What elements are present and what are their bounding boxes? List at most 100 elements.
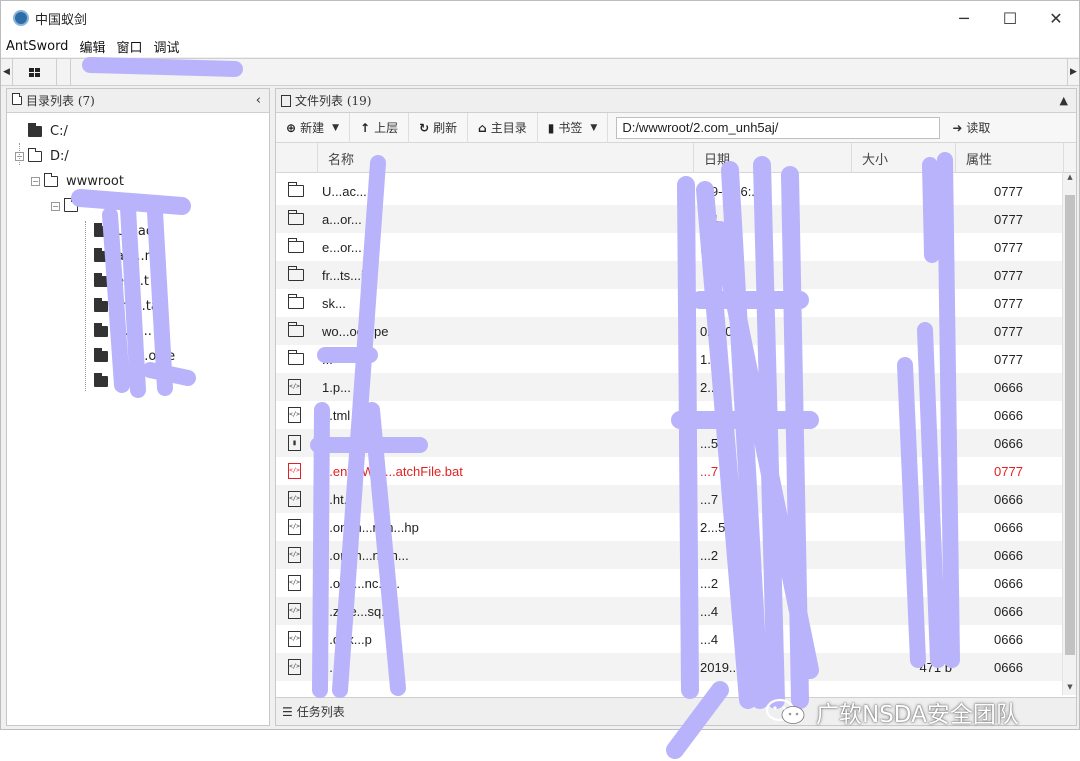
home-dir-button[interactable]: ⌂ 主目录 bbox=[468, 112, 538, 143]
file-date: 1... bbox=[700, 351, 719, 367]
folder-icon bbox=[94, 348, 108, 362]
file-row[interactable]: a...or... ...4 0777 bbox=[276, 205, 1064, 233]
tree-item[interactable]: − D:/ bbox=[7, 144, 269, 169]
file-date: 2019...49 bbox=[700, 659, 755, 675]
tree-item[interactable]: fro...ta bbox=[7, 294, 269, 319]
file-name: ...z_le...sq... bbox=[322, 603, 393, 619]
menu-antsword[interactable]: AntSword bbox=[1, 39, 74, 54]
tree-item[interactable]: ex...t bbox=[7, 269, 269, 294]
file-row[interactable]: ... 1... 0777 bbox=[276, 345, 1064, 373]
file-date bbox=[700, 261, 850, 289]
file-panel-header: 文件列表 (19) ▲ bbox=[276, 89, 1076, 113]
tree-item[interactable]: − wwwroot bbox=[7, 169, 269, 194]
column-icon-header bbox=[276, 143, 318, 173]
file-row[interactable]: ▮... ...5 0666 bbox=[276, 429, 1064, 457]
file-name: 1.p... bbox=[322, 379, 351, 395]
home-icon: ⌂ bbox=[478, 120, 487, 135]
file-row[interactable]: </> ...ht... ...7 0666 bbox=[276, 485, 1064, 513]
column-size-header[interactable]: 大小 bbox=[852, 143, 956, 173]
file-date: ...4 bbox=[700, 211, 719, 227]
close-button[interactable]: ✕ bbox=[1033, 1, 1079, 35]
file-size bbox=[858, 541, 958, 569]
file-list-scrollbar[interactable]: ▲ ▼ bbox=[1062, 173, 1076, 695]
file-name: ... bbox=[322, 351, 333, 367]
file-date: ...5 bbox=[700, 239, 719, 255]
task-list-label: 任务列表 bbox=[296, 705, 345, 719]
tab-scroll-right-button[interactable]: ▶ bbox=[1067, 59, 1079, 85]
file-row[interactable]: U...ac... ...9-0...6:...6 0777 bbox=[276, 177, 1064, 205]
parent-dir-button[interactable]: ↑ 上层 bbox=[350, 112, 410, 143]
file-size bbox=[858, 261, 958, 289]
file-toolbar: ⊕新建 ▼ ↑上层 ↻刷新 ⌂主目录 ▮书签 ▼ ➜读取 bbox=[276, 112, 1076, 143]
file-row[interactable]: </> ...dex...p ...4 0666 bbox=[276, 625, 1064, 653]
file-row[interactable]: </> ...z_le...sq... ...4 0666 bbox=[276, 597, 1064, 625]
file-size bbox=[858, 233, 958, 261]
menu-edit[interactable]: 编辑 bbox=[74, 37, 111, 56]
plus-circle-icon: ⊕ bbox=[286, 120, 297, 135]
bookmark-button[interactable]: ▮ 书签 ▼ bbox=[538, 112, 609, 143]
file-permission: 0666 bbox=[994, 659, 1023, 675]
code-file-icon: </> bbox=[288, 519, 301, 535]
file-row[interactable]: wo...oc...pe 02...0 0777 bbox=[276, 317, 1064, 345]
read-path-button[interactable]: ➜ 读取 bbox=[952, 119, 990, 136]
tree-item[interactable]: ad...ns bbox=[7, 244, 269, 269]
file-row[interactable]: </> ...omm...n.ph... ...2 0666 bbox=[276, 541, 1064, 569]
tree-item[interactable]: ...k...ollie bbox=[7, 344, 269, 369]
file-size bbox=[858, 457, 958, 485]
tab-shell[interactable] bbox=[57, 59, 71, 85]
folder-icon bbox=[12, 93, 22, 105]
file-row[interactable]: </>... 2019...49 471 b 0666 bbox=[276, 653, 1064, 681]
file-row[interactable]: </> 1.p... 2... 0666 bbox=[276, 373, 1064, 401]
column-perm-header[interactable]: 属性 bbox=[956, 143, 1064, 173]
file-row[interactable]: sk... 0... 0777 bbox=[276, 289, 1064, 317]
scrollbar-thumb[interactable] bbox=[1065, 195, 1075, 655]
file-date: 02...0 bbox=[700, 323, 733, 339]
file-permission: 0666 bbox=[994, 547, 1023, 563]
file-name: U...ac... bbox=[322, 183, 367, 199]
file-name: ...omm...n.in...hp bbox=[322, 519, 419, 535]
minimize-button[interactable]: ─ bbox=[941, 1, 987, 35]
file-permission: 0666 bbox=[994, 491, 1023, 507]
file-row[interactable]: </> ...ent...Wm...atchFile.bat ...7 0777 bbox=[276, 457, 1064, 485]
file-date: 2...5 bbox=[700, 407, 726, 423]
file-permission: 0666 bbox=[994, 519, 1023, 535]
file-row[interactable]: fr...ts...ic 0777 bbox=[276, 261, 1064, 289]
refresh-label: 刷新 bbox=[433, 121, 458, 135]
file-row[interactable]: e...or... ...5 0777 bbox=[276, 233, 1064, 261]
tree-item[interactable]: − bbox=[7, 194, 269, 219]
column-name-header[interactable]: 名称 bbox=[318, 143, 694, 173]
file-size bbox=[858, 485, 958, 513]
scroll-down-icon[interactable]: ▼ bbox=[1063, 683, 1077, 695]
menu-debug[interactable]: 调试 bbox=[148, 37, 185, 56]
maximize-button[interactable]: ☐ bbox=[987, 1, 1033, 35]
collapse-up-icon[interactable]: ▲ bbox=[1060, 94, 1068, 107]
scroll-up-icon[interactable]: ▲ bbox=[1063, 173, 1077, 185]
file-date: ...4 bbox=[700, 631, 719, 647]
tree-item[interactable]: U...ad bbox=[7, 219, 269, 244]
tab-home[interactable] bbox=[13, 59, 57, 85]
menu-window[interactable]: 窗口 bbox=[111, 37, 148, 56]
refresh-button[interactable]: ↻ 刷新 bbox=[409, 112, 469, 143]
tree-item[interactable] bbox=[7, 369, 269, 394]
bookmark-label: 书签 bbox=[558, 121, 583, 135]
tab-scroll-left-button[interactable]: ◀ bbox=[1, 59, 13, 85]
path-input[interactable] bbox=[616, 116, 941, 139]
file-panel-title: 文件列表 (19) bbox=[295, 94, 372, 108]
collapse-panel-button[interactable]: ‹ bbox=[256, 93, 261, 108]
tree-toggle-icon[interactable]: − bbox=[51, 202, 60, 211]
tree-item-label: ...ki... bbox=[116, 324, 152, 339]
folder-icon bbox=[94, 273, 108, 287]
column-date-header[interactable]: 日期 bbox=[694, 143, 852, 173]
folder-icon bbox=[94, 323, 108, 337]
tree-toggle-icon[interactable]: − bbox=[31, 177, 40, 186]
new-button[interactable]: ⊕ 新建 ▼ bbox=[276, 112, 350, 143]
file-row[interactable]: </> ...omm...n.in...hp 2...5 0666 bbox=[276, 513, 1064, 541]
file-size bbox=[858, 513, 958, 541]
file-table-header: 名称 日期 大小 属性 bbox=[276, 143, 1076, 173]
file-row[interactable]: </> ...onfi...nc.p... ...2 0666 bbox=[276, 569, 1064, 597]
file-row[interactable]: </> ...tml 2...5 0666 bbox=[276, 401, 1064, 429]
tree-item[interactable]: ...ki... bbox=[7, 319, 269, 344]
file-permission: 0777 bbox=[994, 351, 1023, 367]
file-size bbox=[858, 429, 958, 457]
tree-item[interactable]: C:/ bbox=[7, 119, 269, 144]
